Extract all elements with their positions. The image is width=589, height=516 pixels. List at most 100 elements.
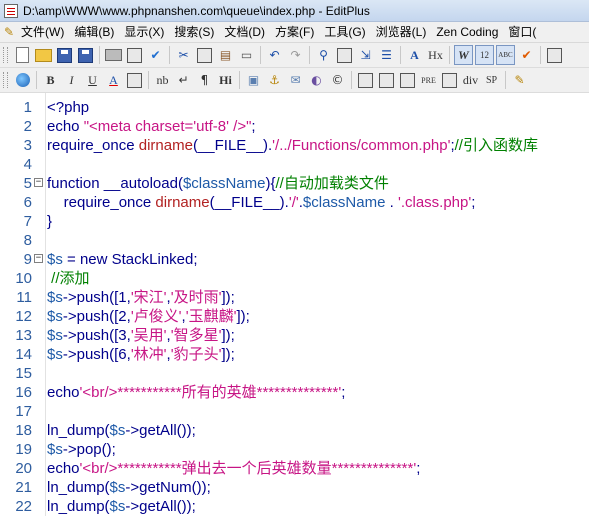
code-line[interactable]: 18 ln_dump($s->getAll());: [0, 421, 589, 440]
goto-button[interactable]: ⇲: [356, 45, 375, 65]
line-numbers-button[interactable]: 12: [475, 45, 494, 65]
code-token: ]);: [236, 308, 250, 325]
menu-tools[interactable]: 工具(G): [319, 22, 370, 42]
code-token: <?php: [47, 99, 90, 116]
code-editor[interactable]: 1 <?php 2 echo "<meta charset='utf-8' />"; 3…: [0, 93, 589, 516]
code-line[interactable]: 4: [0, 155, 589, 174]
image-button[interactable]: ▣: [244, 70, 263, 90]
code-text: echo'<br/>***********弹出去一个后英雄数量*********…: [47, 459, 420, 478]
font-size-button[interactable]: A: [405, 45, 424, 65]
menu-project[interactable]: 方案(F): [270, 22, 319, 42]
code-line[interactable]: 3 require_once dirname(__FILE__).'/../Fun…: [0, 136, 589, 155]
code-line[interactable]: 6 require_once dirname(__FILE__).'/'.$cl…: [0, 193, 589, 212]
code-token: (__FILE__).: [192, 137, 273, 154]
code-token: $s: [47, 327, 63, 344]
code-line[interactable]: 10 //添加: [0, 269, 589, 288]
form-button[interactable]: [377, 70, 396, 90]
pencil-icon: ✎: [3, 25, 15, 39]
code-token: echo: [47, 384, 80, 401]
new-file-icon: [16, 47, 29, 63]
hex-view-button[interactable]: Hx: [426, 45, 445, 65]
code-line[interactable]: 22 ln_dump($s->getAll());: [0, 497, 589, 516]
find-in-files-button[interactable]: ☰: [377, 45, 396, 65]
paragraph-mark-button[interactable]: ¶: [195, 70, 214, 90]
code-line[interactable]: 9− $s = new StackLinked;: [0, 250, 589, 269]
print-preview-button[interactable]: [125, 45, 144, 65]
redo-button[interactable]: ↷: [286, 45, 305, 65]
toolbar-grip[interactable]: [3, 47, 8, 63]
code-line[interactable]: 15: [0, 364, 589, 383]
print-button[interactable]: [104, 45, 123, 65]
line-number: 20: [15, 460, 32, 477]
copyright-button[interactable]: ©: [328, 70, 347, 90]
code-line[interactable]: 21 ln_dump($s->getNum());: [0, 478, 589, 497]
copy-button[interactable]: [195, 45, 214, 65]
editplus-app-icon[interactable]: [4, 3, 18, 18]
code-token: ->push([3,: [62, 327, 131, 344]
menu-window[interactable]: 窗口(: [503, 22, 541, 42]
code-line[interactable]: 19 $s->pop();: [0, 440, 589, 459]
code-line[interactable]: 14 $s->push([6,'林冲','豹子头']);: [0, 345, 589, 364]
anchor-button[interactable]: ⚓: [265, 70, 284, 90]
more-tools-button[interactable]: [545, 45, 564, 65]
code-line[interactable]: 1 <?php: [0, 98, 589, 117]
code-token: ln_dump(: [47, 422, 110, 439]
font-color-button[interactable]: A: [104, 70, 123, 90]
menu-zen-coding[interactable]: Zen Coding: [431, 22, 503, 42]
form-icon: [379, 72, 394, 88]
save-all-button[interactable]: [76, 45, 95, 65]
comment-button[interactable]: [440, 70, 459, 90]
browser-preview-button[interactable]: [13, 70, 32, 90]
color-button[interactable]: ◐: [307, 70, 326, 90]
menu-document[interactable]: 文档(D): [219, 22, 270, 42]
code-line[interactable]: 17: [0, 402, 589, 421]
delete-button[interactable]: ▭: [237, 45, 256, 65]
table-button[interactable]: [356, 70, 375, 90]
replace-button[interactable]: [335, 45, 354, 65]
menu-view[interactable]: 显示(X): [119, 22, 169, 42]
email-button[interactable]: ✉: [286, 70, 305, 90]
italic-button[interactable]: I: [62, 70, 81, 90]
paragraph-button[interactable]: [125, 70, 144, 90]
paste-button[interactable]: ▤: [216, 45, 235, 65]
toolbar-grip[interactable]: [3, 72, 8, 88]
code-line[interactable]: 20 echo'<br/>***********弹出去一个后英雄数量*******…: [0, 459, 589, 478]
span-button[interactable]: SP: [482, 70, 501, 90]
code-token: '/': [288, 194, 299, 211]
spell-check-button[interactable]: ✔: [146, 45, 165, 65]
heading-button[interactable]: Hi: [216, 70, 235, 90]
edit-tag-button[interactable]: ✎: [510, 70, 529, 90]
line-number: 18: [15, 422, 32, 439]
word-wrap-button[interactable]: W: [454, 45, 473, 65]
menu-file[interactable]: 文件(W): [16, 22, 69, 42]
undo-button[interactable]: ↶: [265, 45, 284, 65]
code-token: ]);: [221, 346, 235, 363]
line-break-button[interactable]: ↵: [174, 70, 193, 90]
open-file-button[interactable]: [34, 45, 53, 65]
menu-browser[interactable]: 浏览器(L): [371, 22, 432, 42]
menu-search[interactable]: 搜索(S): [169, 22, 219, 42]
nbsp-button[interactable]: nb: [153, 70, 172, 90]
menu-edit[interactable]: 编辑(B): [69, 22, 119, 42]
bold-button[interactable]: B: [41, 70, 60, 90]
column-numbers-button[interactable]: ABC: [496, 45, 515, 65]
code-line[interactable]: 7}: [0, 212, 589, 231]
code-line[interactable]: 5− function __autoload($className){//自动加载…: [0, 174, 589, 193]
list-button[interactable]: [398, 70, 417, 90]
code-line[interactable]: 13 $s->push([3,'吴用','智多星']);: [0, 326, 589, 345]
code-line[interactable]: 8: [0, 231, 589, 250]
pre-button[interactable]: PRE: [419, 70, 438, 90]
code-line[interactable]: 12 $s->push([2,'卢俊义','玉麒麟']);: [0, 307, 589, 326]
underline-button[interactable]: U: [83, 70, 102, 90]
code-line[interactable]: 2 echo "<meta charset='utf-8' />";: [0, 117, 589, 136]
fold-toggle-icon[interactable]: −: [34, 254, 43, 263]
new-file-button[interactable]: [13, 45, 32, 65]
fold-toggle-icon[interactable]: −: [34, 178, 43, 187]
code-line[interactable]: 16 echo'<br/>***********所有的英雄************…: [0, 383, 589, 402]
code-line[interactable]: 11 $s->push([1,'宋江','及时雨']);: [0, 288, 589, 307]
save-button[interactable]: [55, 45, 74, 65]
find-button[interactable]: ⚲: [314, 45, 333, 65]
cut-button[interactable]: ✂: [174, 45, 193, 65]
div-button[interactable]: div: [461, 70, 480, 90]
check-button[interactable]: ✔: [517, 45, 536, 65]
